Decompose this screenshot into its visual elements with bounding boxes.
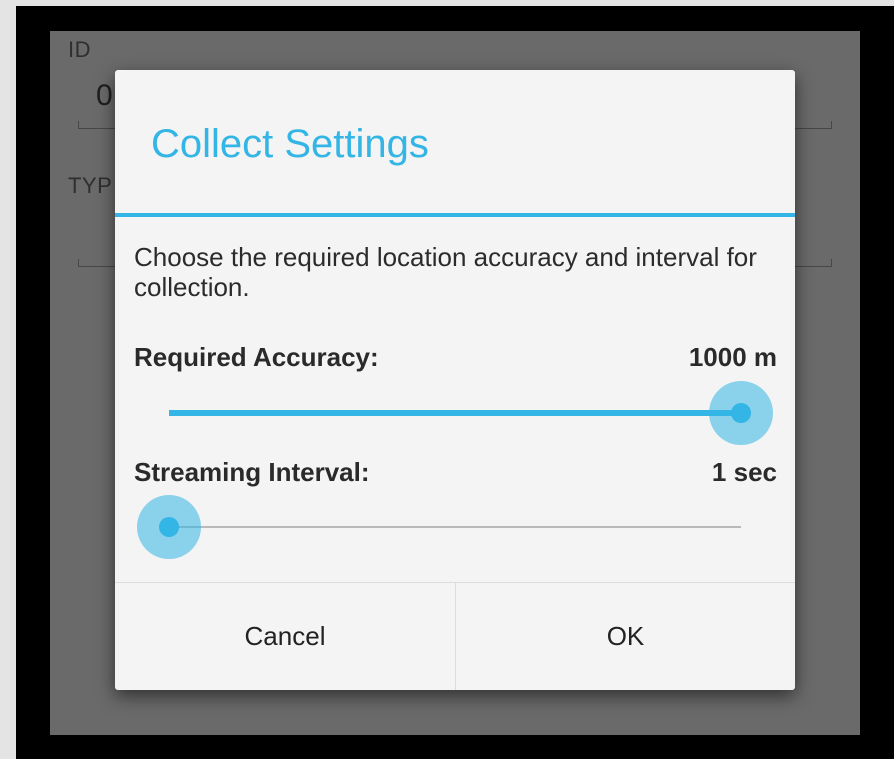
cancel-button[interactable]: Cancel <box>115 583 455 690</box>
ok-button[interactable]: OK <box>455 583 795 690</box>
interval-value: 1 sec <box>711 457 777 487</box>
dialog-title: Collect Settings <box>151 122 429 166</box>
interval-row: Streaming Interval: 1 sec <box>134 457 777 491</box>
collect-settings-dialog: Collect Settings Choose the required loc… <box>115 70 795 690</box>
accuracy-row: Required Accuracy: 1000 m <box>134 342 777 376</box>
accuracy-value: 1000 m <box>688 342 777 372</box>
accuracy-slider-thumb[interactable] <box>709 381 773 445</box>
interval-slider[interactable] <box>137 495 741 559</box>
title-divider <box>115 213 795 217</box>
dialog-message: Choose the required location accuracy an… <box>134 242 757 302</box>
accuracy-slider-fill <box>169 410 741 416</box>
accuracy-slider[interactable] <box>169 381 773 445</box>
id-field-label: ID <box>68 37 91 62</box>
interval-label: Streaming Interval: <box>134 457 370 487</box>
accuracy-label: Required Accuracy: <box>134 342 379 372</box>
interval-slider-thumb-dot[interactable] <box>159 517 179 537</box>
type-field-label: TYP <box>68 173 113 198</box>
id-field-value: 0 <box>96 79 113 112</box>
interval-slider-track[interactable] <box>169 526 741 528</box>
accuracy-slider-thumb-dot[interactable] <box>731 403 751 423</box>
dialog-button-bar: Cancel OK <box>115 582 795 690</box>
interval-slider-thumb[interactable] <box>137 495 201 559</box>
